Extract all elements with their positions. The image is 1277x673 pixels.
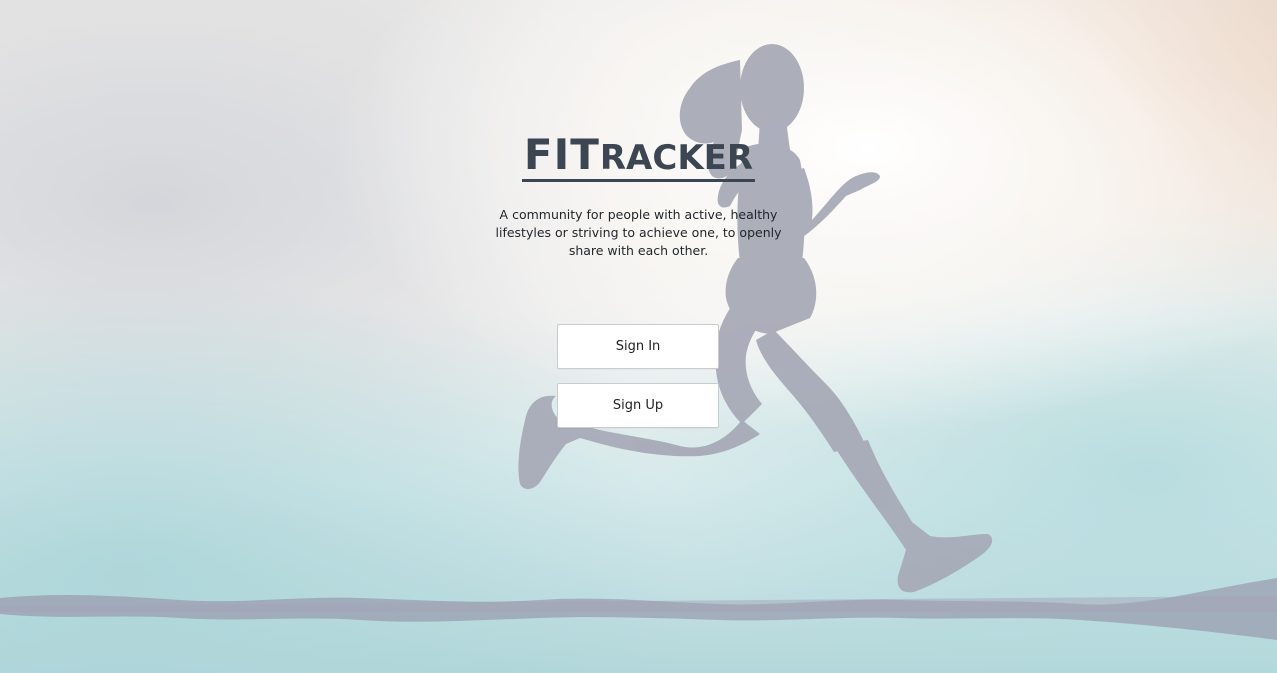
brand-logo-underline: FITracker — [521, 134, 756, 182]
brand-logo-racker: racker — [599, 138, 754, 178]
brand-logo: FITracker — [0, 130, 1277, 186]
sign-up-button[interactable]: Sign Up — [557, 383, 719, 428]
brand-logo-fit: FIT — [523, 130, 600, 179]
landing-content: FITracker A community for people with ac… — [0, 0, 1277, 673]
tagline: A community for people with active, heal… — [495, 207, 782, 258]
sign-in-button[interactable]: Sign In — [557, 324, 719, 369]
